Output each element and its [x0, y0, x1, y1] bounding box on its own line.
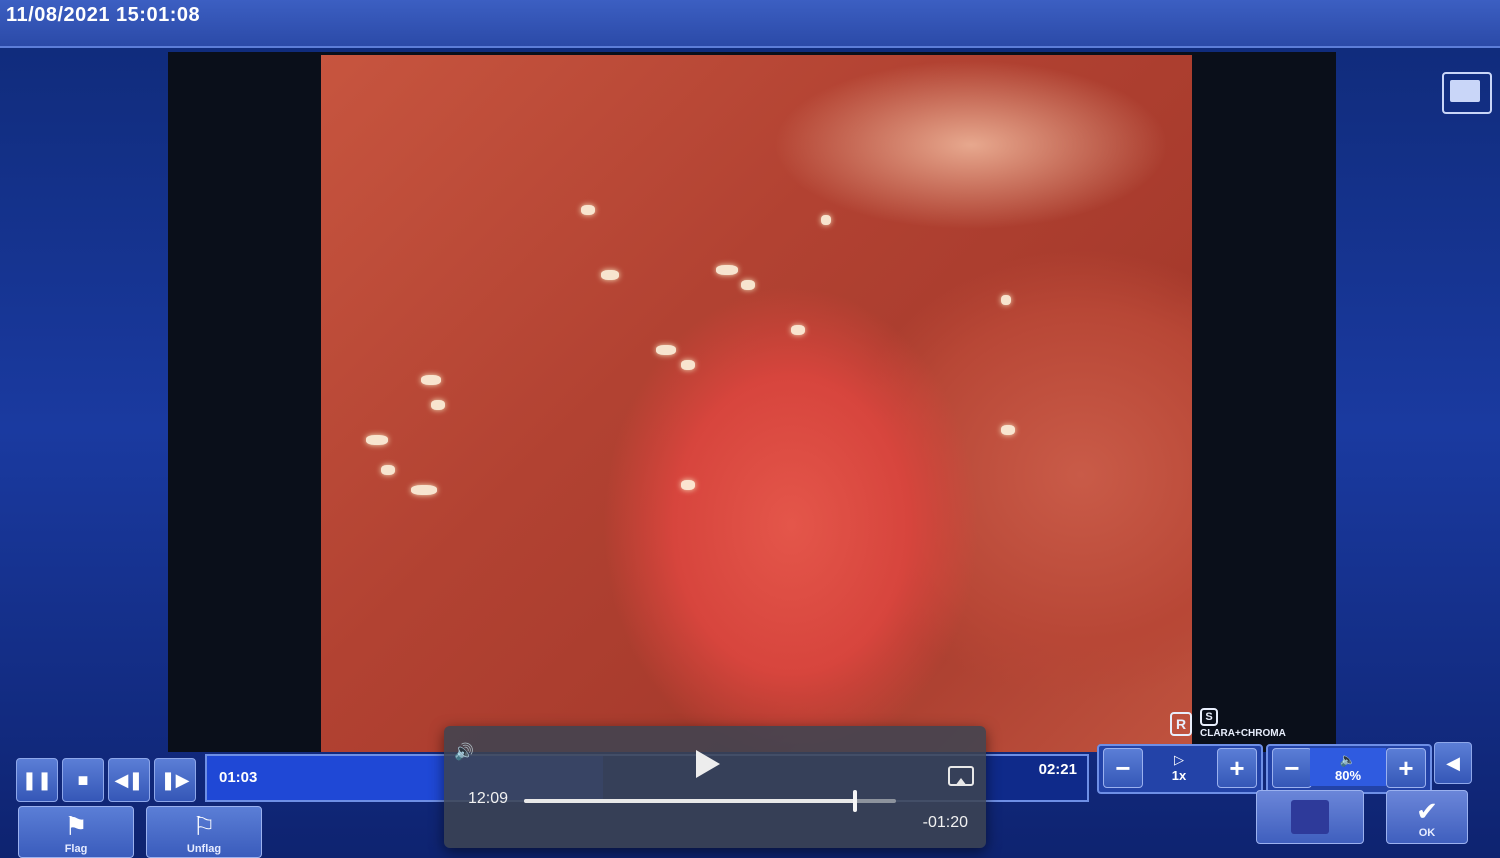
volume-decrease-button[interactable]: − [1272, 748, 1312, 788]
endoscopy-video-frame[interactable] [321, 55, 1192, 752]
step-forward-icon: ❚▶ [160, 769, 190, 790]
volume-increase-button[interactable]: + [1386, 748, 1426, 788]
stop-button[interactable]: ■ [62, 758, 104, 802]
ok-button[interactable]: ✔ OK [1386, 790, 1468, 844]
pause-icon: ❚❚ [21, 769, 53, 790]
processor-logos: R S CLARA+CHROMA [1170, 708, 1286, 742]
speed-decrease-button[interactable]: − [1103, 748, 1143, 788]
title-bar: 11/08/2021 15:01:08 [0, 0, 1500, 48]
speaker-icon: ◀ [1446, 752, 1460, 773]
speaker-icon[interactable]: 🔊 [454, 742, 474, 762]
mode-label: CLARA+CHROMA [1200, 728, 1286, 739]
speed-display: ▷ 1x [1141, 748, 1217, 786]
flag-icon: ⚑ [64, 811, 88, 841]
pause-button[interactable]: ❚❚ [16, 758, 58, 802]
blank-button[interactable] [1256, 790, 1364, 844]
checkmark-icon: ✔ [1416, 795, 1438, 826]
overlay-scrubber[interactable] [524, 790, 896, 812]
total-time: 02:21 [1038, 761, 1077, 778]
unflag-label: Unflag [186, 843, 222, 855]
play-speed-icon: ▷ [1174, 751, 1184, 767]
color-swatch [1291, 800, 1329, 834]
overlay-scrub-thumb[interactable] [853, 790, 858, 812]
volume-value: 80% [1334, 767, 1362, 783]
stop-icon: ■ [77, 769, 89, 790]
fullscreen-icon[interactable] [1442, 72, 1492, 114]
volume-control: − 🔈 80% + [1266, 744, 1432, 794]
mute-button[interactable]: ◀ [1434, 742, 1472, 784]
speed-control: − ▷ 1x + [1097, 744, 1263, 794]
volume-display: 🔈 80% [1310, 748, 1386, 786]
step-back-button[interactable]: ◀❚ [108, 758, 150, 802]
unflag-icon: ⚐ [192, 811, 216, 841]
flag-button[interactable]: ⚑ Flag [18, 806, 134, 858]
step-forward-button[interactable]: ❚▶ [154, 758, 196, 802]
speed-increase-button[interactable]: + [1217, 748, 1257, 788]
speaker-icon: 🔈 [1339, 751, 1357, 767]
overlay-current-time: 12:09 [468, 790, 509, 807]
media-overlay-controls: 🔊 12:09 -01:20 [444, 726, 986, 848]
play-icon[interactable] [696, 750, 720, 778]
s-logo: S [1200, 708, 1218, 726]
elapsed-time: 01:03 [219, 769, 258, 786]
overlay-remaining-time: -01:20 [922, 814, 968, 831]
unflag-button[interactable]: ⚐ Unflag [146, 806, 262, 858]
speed-value: 1x [1171, 767, 1187, 783]
ok-label: OK [1418, 826, 1436, 839]
timestamp: 11/08/2021 15:01:08 [6, 4, 201, 26]
r-logo: R [1170, 712, 1192, 736]
step-back-icon: ◀❚ [114, 769, 144, 790]
overlay-scrub-fill [524, 799, 856, 803]
flag-label: Flag [64, 843, 88, 855]
airplay-icon[interactable] [948, 766, 974, 786]
